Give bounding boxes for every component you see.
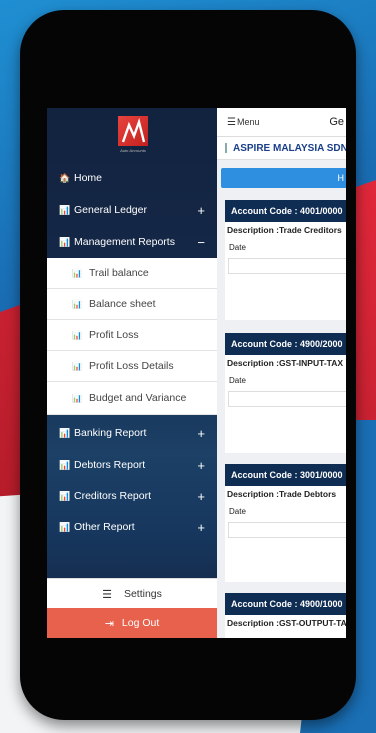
sidebar-subitem-profit-loss[interactable]: 📊 Profit Loss <box>47 320 217 351</box>
sliders-icon: ☰ <box>102 588 112 601</box>
main-content: ☰ Menu Ge ASPIRE MALAYSIA SDN H Account … <box>217 108 346 638</box>
account-description: Description :Trade Debtors <box>227 489 337 499</box>
menu-button[interactable]: ☰ Menu <box>217 117 259 128</box>
sidebar-subitem-balance-sheet[interactable]: 📊 Balance sheet <box>47 289 217 320</box>
account-card[interactable]: Account Code : 4900/2000 Description :GS… <box>225 333 346 453</box>
bar-chart-icon: 📊 <box>72 299 82 309</box>
sidebar-item-management-reports[interactable]: 📊 Management Reports − <box>47 226 217 258</box>
sidebar-subitem-label: Budget and Variance <box>89 392 187 404</box>
sidebar-item-label: General Ledger <box>74 204 147 216</box>
account-description: Description :GST-INPUT-TAX <box>227 358 344 368</box>
bar-chart-icon: 📊 <box>59 521 71 532</box>
expand-icon[interactable]: + <box>197 426 205 441</box>
bar-chart-icon: 📊 <box>59 236 71 247</box>
sidebar-item-label: Home <box>74 172 103 184</box>
sidebar-item-home[interactable]: 🏠 Home <box>47 162 217 194</box>
account-description: Description :Trade Creditors <box>227 225 342 235</box>
account-card[interactable]: Account Code : 4900/1000 Description :GS… <box>225 593 346 638</box>
bar-chart-icon: 📊 <box>72 330 82 340</box>
bar-chart-icon: 📊 <box>72 393 82 403</box>
settings-label: Settings <box>123 588 162 600</box>
account-card[interactable]: Account Code : 4001/0000 Description :Tr… <box>225 200 346 320</box>
sidebar-item-label: Debtors Report <box>74 459 146 471</box>
sidebar-item-label: Management Reports <box>74 236 175 248</box>
date-field[interactable] <box>228 522 346 538</box>
company-name: ASPIRE MALAYSIA SDN <box>233 142 346 154</box>
menu-label: Menu <box>236 117 260 127</box>
expand-icon[interactable]: + <box>197 203 205 218</box>
expand-icon[interactable]: + <box>197 520 205 535</box>
date-label: Date <box>229 507 246 516</box>
sidebar-item-other-report[interactable]: 📊 Other Report + <box>47 511 217 543</box>
sidebar-subitem-label: Profit Loss <box>89 329 139 341</box>
sidebar-item-general-ledger[interactable]: 📊 General Ledger + <box>47 194 217 226</box>
sidebar-item-debtors-report[interactable]: 📊 Debtors Report + <box>47 449 217 481</box>
sidebar-subitem-budget-variance[interactable]: 📊 Budget and Variance <box>47 382 217 415</box>
sidebar-subitem-label: Trail balance <box>89 267 149 279</box>
sidebar-subitem-profit-loss-details[interactable]: 📊 Profit Loss Details <box>47 351 217 382</box>
settings-button[interactable]: ☰ Settings <box>47 578 217 609</box>
page-title: Ge <box>329 116 344 128</box>
app-logo[interactable]: Auto Accounts <box>118 116 148 156</box>
collapse-icon[interactable]: − <box>197 235 205 250</box>
account-code: Account Code : 3001/0000 <box>225 464 346 486</box>
bar-chart-icon: 📊 <box>59 490 71 501</box>
logout-label: Log Out <box>121 617 160 629</box>
sidebar-subitem-label: Balance sheet <box>89 298 156 310</box>
date-label: Date <box>229 376 246 385</box>
bar-chart-icon: 📊 <box>59 459 71 470</box>
sidebar-item-label: Other Report <box>74 521 135 533</box>
sidebar-item-banking-report[interactable]: 📊 Banking Report + <box>47 417 217 449</box>
home-tab-label: H <box>337 173 345 183</box>
sidebar: Auto Accounts 🏠 Home 📊 General Ledger + … <box>47 108 217 638</box>
bar-chart-icon: 📊 <box>59 204 71 215</box>
sidebar-item-label: Creditors Report <box>74 490 152 502</box>
account-code: Account Code : 4900/1000 <box>225 593 346 615</box>
company-icon <box>225 143 227 153</box>
app-screen: ☰ Menu Ge ASPIRE MALAYSIA SDN H Account … <box>47 108 346 638</box>
account-description: Description :GST-OUTPUT-TAX <box>227 618 346 628</box>
logo-mark-icon <box>118 116 148 146</box>
account-code: Account Code : 4001/0000 <box>225 200 346 222</box>
date-label: Date <box>229 243 246 252</box>
bar-chart-icon: 📊 <box>72 361 82 371</box>
sidebar-subitem-trail-balance[interactable]: 📊 Trail balance <box>47 258 217 289</box>
home-icon: 🏠 <box>59 172 71 183</box>
date-field[interactable] <box>228 391 346 407</box>
sidebar-item-creditors-report[interactable]: 📊 Creditors Report + <box>47 480 217 512</box>
sidebar-item-label: Banking Report <box>74 427 147 439</box>
logout-button[interactable]: ⇥ Log Out <box>47 608 217 638</box>
account-code: Account Code : 4900/2000 <box>225 333 346 355</box>
sidebar-subitem-label: Profit Loss Details <box>89 360 174 372</box>
account-card[interactable]: Account Code : 3001/0000 Description :Tr… <box>225 464 346 582</box>
expand-icon[interactable]: + <box>197 489 205 504</box>
bar-chart-icon: 📊 <box>59 427 71 438</box>
home-tab-bar[interactable]: H <box>221 168 346 188</box>
logout-icon: ⇥ <box>104 617 114 630</box>
company-bar[interactable]: ASPIRE MALAYSIA SDN <box>217 137 346 160</box>
date-field[interactable] <box>228 258 346 274</box>
hamburger-icon: ☰ <box>227 116 236 128</box>
expand-icon[interactable]: + <box>197 458 205 473</box>
logo-tagline: Auto Accounts <box>120 148 146 153</box>
top-bar: ☰ Menu Ge <box>217 108 346 137</box>
bar-chart-icon: 📊 <box>72 268 82 278</box>
